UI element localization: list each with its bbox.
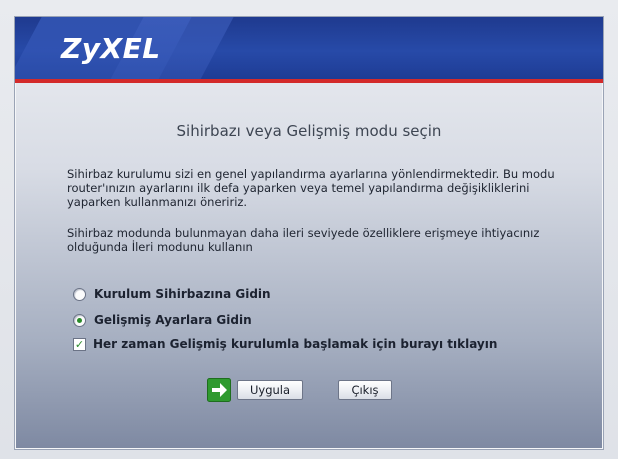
radio-advanced[interactable] — [73, 313, 86, 327]
apply-button[interactable]: Uygula — [237, 380, 303, 400]
header-divider — [15, 79, 603, 83]
header-banner: ZyXEL — [15, 17, 603, 79]
radio-wizard[interactable] — [73, 287, 86, 301]
option-advanced[interactable]: Gelişmiş Ayarlara Gidin — [73, 311, 252, 329]
green-arrow-right-icon — [207, 378, 231, 402]
always-advanced-checkbox[interactable]: ✓ — [73, 337, 86, 351]
description-paragraph-2: Sihirbaz modunda bulunmayan daha ileri s… — [67, 226, 540, 254]
option-wizard-label: Kurulum Sihirbazına Gidin — [94, 287, 271, 301]
description-paragraph-1: Sihirbaz kurulumu sizi en genel yapıland… — [67, 167, 555, 209]
always-advanced-label: Her zaman Gelişmiş kurulumla başlamak iç… — [93, 337, 498, 351]
always-advanced-option[interactable]: ✓ Her zaman Gelişmiş kurulumla başlamak … — [73, 335, 497, 353]
option-advanced-label: Gelişmiş Ayarlara Gidin — [94, 313, 252, 327]
exit-button[interactable]: Çıkış — [338, 380, 392, 400]
zyxel-logo: ZyXEL — [61, 32, 161, 65]
page-title: Sihirbazı veya Gelişmiş modu seçin — [176, 122, 442, 140]
window: ZyXEL Sihirbazı veya Gelişmiş modu seçin… — [0, 0, 618, 459]
wizard-panel: ZyXEL Sihirbazı veya Gelişmiş modu seçin… — [14, 16, 604, 450]
button-row: Uygula Çıkış — [15, 378, 603, 406]
option-wizard[interactable]: Kurulum Sihirbazına Gidin — [73, 285, 271, 303]
